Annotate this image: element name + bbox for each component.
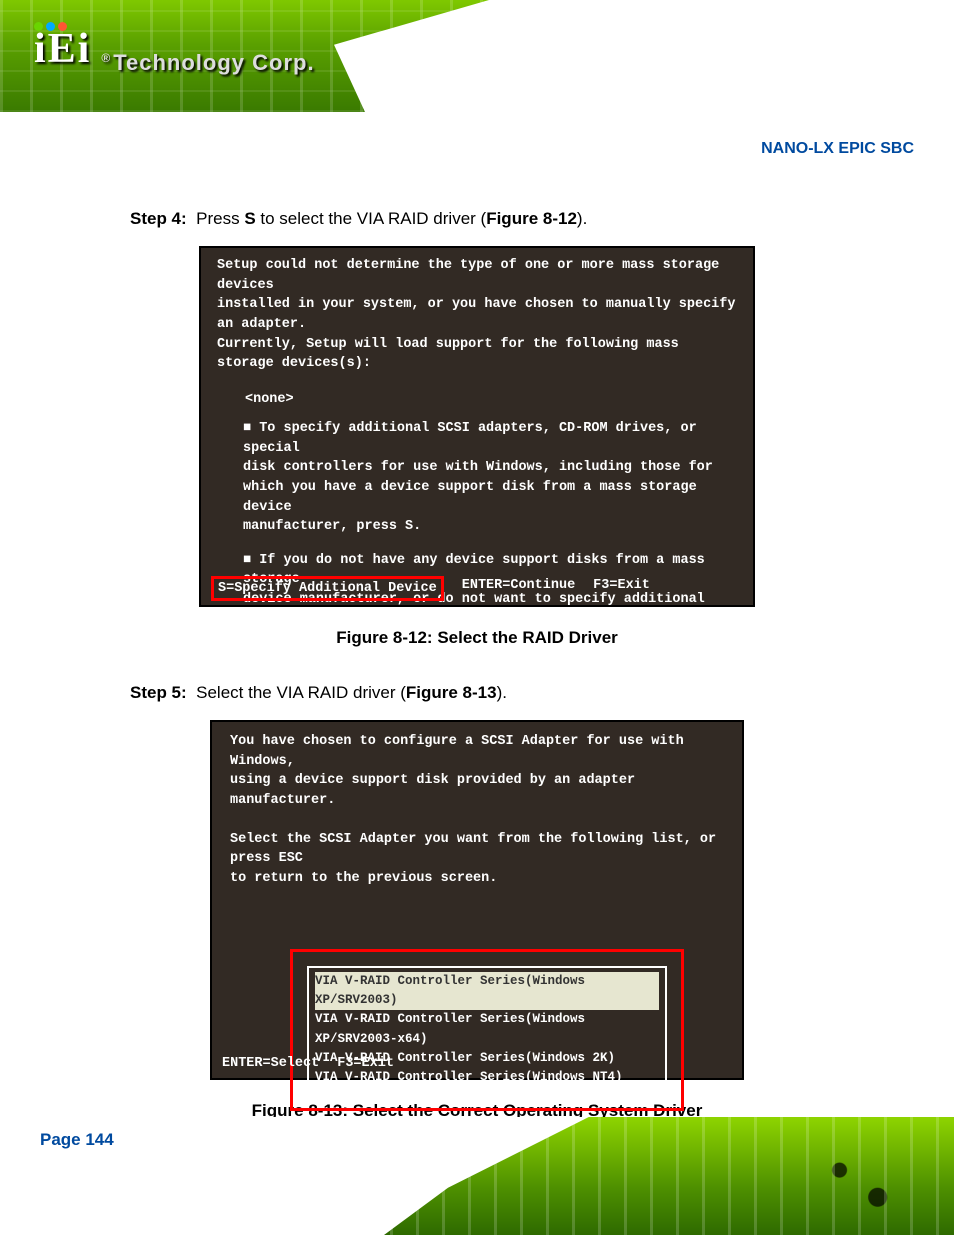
scsi-line4: to return to the previous screen.	[230, 869, 724, 889]
step-5-text: Select the VIA RAID driver (Figure 8-13)…	[196, 683, 507, 702]
bullet-1: To specify additional SCSI adapters, CD-…	[243, 419, 737, 536]
footer-banner	[0, 1117, 954, 1235]
status-bar: S=Specify Additional Device ENTER=Contin…	[201, 572, 753, 606]
figure-8-12-screenshot: Setup could not determine the type of on…	[199, 246, 755, 607]
scsi-option-xp-2003[interactable]: VIA V-RAID Controller Series(Windows XP/…	[315, 972, 659, 1011]
figure-8-13-screenshot: You have chosen to configure a SCSI Adap…	[210, 720, 744, 1080]
setup-line1: Setup could not determine the type of on…	[217, 256, 737, 295]
step-4-label: Step 4:	[130, 209, 187, 228]
setup-line2: installed in your system, or you have ch…	[217, 295, 737, 334]
step-4-heading: Step 4: Press S to select the VIA RAID d…	[130, 206, 824, 232]
page-content: Step 4: Press S to select the VIA RAID d…	[0, 112, 954, 1172]
scsi-line3: Select the SCSI Adapter you want from th…	[230, 830, 724, 869]
page-number: Page 144	[40, 1130, 114, 1150]
scsi-adapter-listbox: VIA V-RAID Controller Series(Windows XP/…	[290, 949, 684, 1111]
header-swoosh	[334, 0, 954, 112]
brand-label: Technology Corp.	[113, 50, 314, 75]
scsi-line2: using a device support disk provided by …	[230, 771, 724, 810]
step-5-heading: Step 5: Select the VIA RAID driver (Figu…	[130, 680, 824, 706]
s-specify-action[interactable]: S=Specify Additional Device	[211, 576, 444, 602]
enter-select-action[interactable]: ENTER=Select	[222, 1054, 319, 1074]
scsi-option-xp-2003-x64[interactable]: VIA V-RAID Controller Series(Windows XP/…	[315, 1010, 659, 1049]
logo-text: iEi	[34, 25, 91, 73]
header-banner: iEi ®Technology Corp.	[0, 0, 954, 112]
f3-exit-action[interactable]: F3=Exit	[593, 576, 650, 602]
brand-block: iEi ®Technology Corp.	[34, 22, 315, 76]
status-bar-2: ENTER=Select F3=Exit	[212, 1050, 742, 1078]
enter-continue-action[interactable]: ENTER=Continue	[462, 576, 575, 602]
setup-none: <none>	[245, 390, 737, 410]
f3-exit-action-2[interactable]: F3=Exit	[337, 1054, 394, 1074]
setup-line3: Currently, Setup will load support for t…	[217, 335, 737, 374]
document-title: NANO-LX EPIC SBC	[761, 140, 914, 158]
scsi-line1: You have chosen to configure a SCSI Adap…	[230, 732, 724, 771]
step-5-label: Step 5:	[130, 683, 187, 702]
registered-mark: ®	[101, 51, 111, 65]
step-4-text: Press S to select the VIA RAID driver (F…	[196, 209, 587, 228]
figure-8-12-caption: Figure 8-12: Select the RAID Driver	[130, 625, 824, 651]
brand-text: ®Technology Corp.	[101, 50, 314, 76]
